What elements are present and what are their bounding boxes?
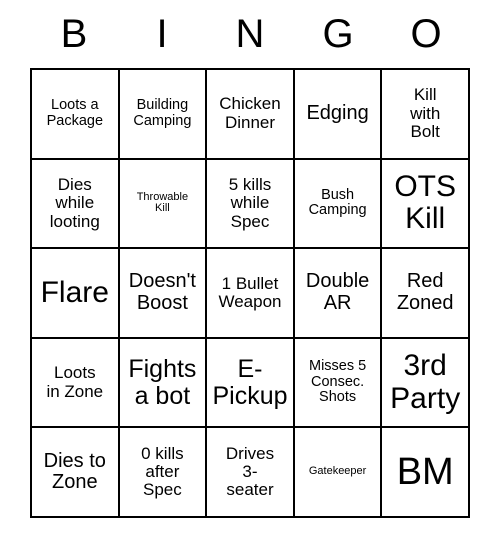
bingo-cell-label: 3rd Party [390, 349, 461, 415]
bingo-cell-label: Red Zoned [396, 270, 454, 314]
bingo-grid: Loots a Package Building Camping Chicken… [30, 68, 470, 518]
bingo-cell[interactable]: Loots in Zone [32, 338, 120, 429]
bingo-cell-label: 0 kills after Spec [141, 443, 184, 500]
bingo-cell[interactable]: Building Camping [119, 70, 208, 160]
bingo-cell[interactable]: BM [382, 428, 470, 518]
bingo-header-row: B I N G O [30, 0, 470, 68]
bingo-cell[interactable]: Gatekeeper [294, 428, 383, 518]
bingo-cell-label: Misses 5 Consec. Shots [308, 358, 367, 406]
bingo-cell-label: Dies to Zone [43, 449, 106, 494]
bingo-cell[interactable]: Drives 3- seater [207, 428, 295, 518]
bingo-header-letter-g: G [322, 12, 354, 56]
bingo-cell-label: Doesn't Boost [128, 270, 196, 314]
bingo-cell[interactable]: Doesn't Boost [119, 249, 208, 339]
bingo-cell[interactable]: Bush Camping [294, 159, 383, 250]
bingo-cell-label: Double AR [305, 270, 370, 314]
bingo-cell[interactable]: 1 Bullet Weapon [207, 249, 295, 339]
bingo-cell[interactable]: Misses 5 Consec. Shots [294, 338, 383, 429]
bingo-cell-label: OTS Kill [394, 170, 457, 236]
bingo-cell-label: Throwable Kill [136, 190, 189, 215]
bingo-cell-label: Drives 3- seater [225, 443, 275, 500]
bingo-cell[interactable]: 3rd Party [382, 338, 470, 429]
bingo-cell-label: Fights a bot [128, 354, 197, 410]
bingo-cell[interactable]: Red Zoned [382, 249, 470, 339]
bingo-cell[interactable]: Fights a bot [119, 338, 208, 429]
bingo-cell[interactable]: Double AR [294, 249, 383, 339]
bingo-header-letter-i: I [156, 12, 168, 56]
bingo-cell[interactable]: 0 kills after Spec [119, 428, 208, 518]
bingo-cell-label: Bush Camping [308, 186, 367, 219]
bingo-cell[interactable]: Dies to Zone [32, 428, 120, 518]
bingo-cell[interactable]: Throwable Kill [119, 159, 208, 250]
bingo-header-letter-b: B [60, 12, 88, 56]
bingo-header-letter-n: N [235, 12, 265, 56]
bingo-cell-label: 1 Bullet Weapon [218, 273, 282, 311]
bingo-cell[interactable]: Chicken Dinner [207, 70, 295, 160]
bingo-cell[interactable]: Kill with Bolt [382, 70, 470, 160]
bingo-cell-label: Loots in Zone [46, 363, 104, 401]
bingo-cell-label: Building Camping [133, 97, 192, 129]
bingo-cell-label: Chicken Dinner [219, 94, 281, 132]
bingo-cell[interactable]: Edging [294, 70, 383, 160]
bingo-cell[interactable]: Loots a Package [32, 70, 120, 160]
bingo-cell[interactable]: Dies while looting [32, 159, 120, 250]
bingo-cell-label: Flare [40, 275, 109, 309]
bingo-card: B I N G O Loots a Package Building Campi… [0, 0, 500, 544]
bingo-cell-label: BM [396, 450, 454, 493]
bingo-cell[interactable]: Flare [32, 249, 120, 339]
bingo-header-letter-o: O [410, 12, 442, 56]
bingo-cell-label: Loots a Package [46, 97, 104, 129]
bingo-cell[interactable]: 5 kills while Spec [207, 159, 295, 250]
bingo-cell-label: Gatekeeper [308, 465, 367, 478]
bingo-cell-label: Edging [306, 102, 369, 124]
bingo-cell-label: Kill with Bolt [410, 85, 441, 141]
bingo-cell-label: 5 kills while Spec [228, 174, 272, 231]
bingo-cell[interactable]: OTS Kill [382, 159, 470, 250]
bingo-cell-label: E- Pickup [212, 354, 288, 410]
bingo-cell-label: Dies while looting [49, 174, 100, 231]
bingo-cell[interactable]: E- Pickup [207, 338, 295, 429]
